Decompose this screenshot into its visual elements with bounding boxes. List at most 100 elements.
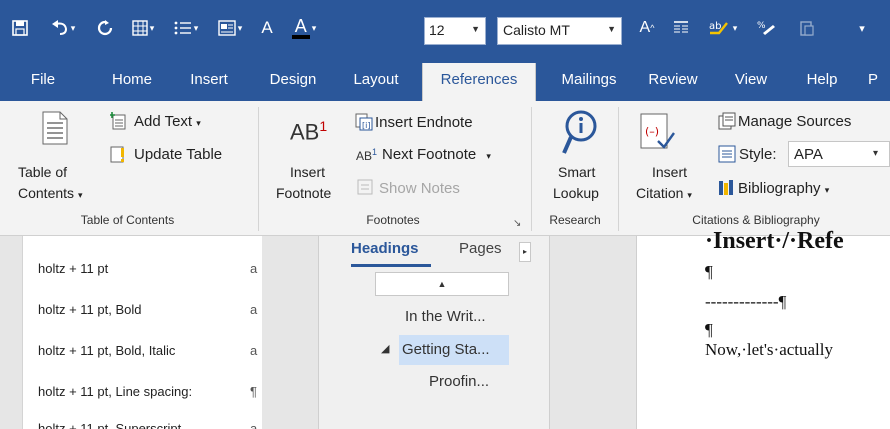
chevron-down-icon[interactable]: ▼: [471, 24, 480, 34]
tab-references[interactable]: References: [422, 63, 536, 101]
chevron-right-icon[interactable]: ▸: [519, 242, 531, 262]
add-text-button[interactable]: Add Text ▾: [134, 113, 201, 130]
font-name-value: Calisto MT: [503, 22, 570, 38]
tab-pages[interactable]: Pages: [459, 240, 502, 257]
tab-home[interactable]: Home: [100, 63, 164, 101]
update-table-icon[interactable]: [110, 145, 128, 166]
add-text-icon[interactable]: [110, 112, 128, 133]
manage-sources-button[interactable]: Manage Sources: [738, 113, 851, 130]
document-page[interactable]: ·Insert·/·Refe ¶ -------------¶ ¶ Now,·l…: [636, 228, 890, 429]
tab-help[interactable]: Help: [796, 63, 848, 101]
redo-icon[interactable]: [92, 14, 118, 42]
chevron-down-icon: ▾: [824, 185, 830, 195]
style-label: Style:: [739, 146, 777, 163]
save-icon[interactable]: [8, 14, 32, 42]
show-notes-icon[interactable]: [357, 179, 373, 198]
tab-mailings[interactable]: Mailings: [546, 63, 632, 101]
collapse-all-button[interactable]: ▲: [375, 272, 509, 296]
font-size-value: 12: [429, 22, 445, 38]
insert-citation-line2[interactable]: Citation ▾: [636, 185, 692, 201]
caret-up-icon: ^: [650, 23, 655, 33]
bibliography-label: Bibliography: [738, 180, 821, 197]
insert-footnote-icon-sup: 1: [319, 118, 328, 134]
font-button[interactable]: A: [258, 14, 276, 42]
customize-toolbar-icon[interactable]: ▾: [852, 14, 872, 42]
style-item-name: holtz + 11 pt, Bold, Italic: [38, 343, 176, 358]
style-item[interactable]: holtz + 11 pt, Superscript a: [38, 421, 258, 429]
grow-font-label: A: [639, 19, 651, 36]
table-icon[interactable]: ▾: [126, 14, 160, 42]
format-painter-icon[interactable]: %: [750, 14, 784, 42]
update-table-button[interactable]: Update Table: [134, 146, 222, 163]
next-footnote-icon[interactable]: AB1: [356, 147, 377, 163]
style-icon: [718, 145, 736, 166]
next-footnote-label: Next Footnote: [382, 146, 477, 163]
chevron-down-icon: ▾: [486, 151, 491, 161]
svg-text:(–): (–): [645, 125, 659, 138]
ribbon-references: Table of Contents ▾ Add Text ▾ Update Ta…: [0, 101, 890, 236]
svg-text:%: %: [757, 21, 766, 31]
insert-citation-button[interactable]: Insert: [652, 164, 687, 180]
collapse-triangle-icon[interactable]: ◢: [381, 342, 389, 355]
style-item[interactable]: holtz + 11 pt a: [38, 261, 258, 276]
tab-design[interactable]: Design: [255, 63, 331, 101]
collapse-up-icon: ▲: [437, 279, 447, 289]
strikethrough-spelling-icon[interactable]: ab ▾: [702, 14, 742, 42]
style-item[interactable]: holtz + 11 pt, Bold, Italic a: [38, 343, 258, 358]
smart-lookup-icon[interactable]: [562, 109, 598, 158]
style-select[interactable]: APA ▾: [788, 141, 890, 167]
tab-headings[interactable]: Headings: [351, 240, 419, 257]
style-item-mark: a: [250, 261, 258, 276]
bibliography-icon[interactable]: [718, 179, 736, 200]
font-color-button[interactable]: A ▾: [284, 14, 324, 42]
chevron-down-icon: ▾: [196, 118, 201, 128]
tab-insert[interactable]: Insert: [178, 63, 240, 101]
dialog-launcher-icon[interactable]: ↘: [513, 218, 521, 229]
insert-footnote-icon[interactable]: AB1: [290, 118, 327, 145]
insert-footnote-line2[interactable]: Footnote: [276, 185, 331, 201]
paste-icon[interactable]: [796, 14, 818, 42]
tab-overflow[interactable]: P: [868, 63, 888, 101]
insert-footnote-button[interactable]: Insert: [290, 164, 325, 180]
tab-view[interactable]: View: [724, 63, 778, 101]
tab-review[interactable]: Review: [640, 63, 706, 101]
bibliography-button[interactable]: Bibliography ▾: [738, 180, 829, 197]
table-of-contents-line2[interactable]: Contents ▾: [18, 185, 82, 201]
columns-icon[interactable]: [670, 14, 692, 42]
nav-heading-item[interactable]: In the Writ...: [405, 308, 486, 325]
chevron-down-icon[interactable]: ▼: [607, 24, 616, 34]
style-item[interactable]: holtz + 11 pt, Bold a: [38, 302, 258, 317]
font-name-input[interactable]: Calisto MT ▼: [497, 17, 622, 45]
bullets-icon[interactable]: ▾: [168, 14, 204, 42]
insert-citation-icon[interactable]: (–): [640, 113, 676, 156]
insert-endnote-icon[interactable]: [i]: [355, 113, 373, 134]
smart-lookup-button[interactable]: Smart: [558, 164, 595, 180]
group-divider: [531, 107, 532, 231]
chevron-down-icon: ▾: [77, 190, 83, 200]
font-color-label: A: [291, 17, 310, 39]
undo-icon[interactable]: ▾: [46, 14, 80, 42]
next-footnote-button[interactable]: Next Footnote ▾: [382, 146, 491, 163]
table-of-contents-icon[interactable]: [42, 111, 68, 148]
insert-endnote-button[interactable]: Insert Endnote: [375, 114, 473, 131]
style-item-name: holtz + 11 pt: [38, 261, 109, 276]
table-of-contents-button[interactable]: Table of: [18, 164, 67, 180]
show-notes-button[interactable]: Show Notes: [379, 180, 460, 197]
tab-layout[interactable]: Layout: [340, 63, 412, 101]
chevron-down-icon[interactable]: ▾: [873, 148, 878, 159]
nav-heading-item-selected[interactable]: Getting Sta...: [399, 335, 509, 365]
table-of-contents-label: Contents: [18, 185, 75, 201]
font-size-input[interactable]: 12 ▼: [424, 17, 486, 45]
tab-file[interactable]: File: [22, 63, 64, 101]
grow-font-button[interactable]: A ^: [636, 14, 658, 42]
text-box-icon[interactable]: ▾: [212, 14, 248, 42]
manage-sources-icon[interactable]: [718, 112, 736, 133]
style-select-value: APA: [794, 146, 823, 163]
style-item-mark: a: [250, 343, 258, 358]
nav-heading-item[interactable]: Proofin...: [429, 373, 489, 390]
style-item[interactable]: holtz + 11 pt, Line spacing: ¶: [38, 384, 258, 399]
add-text-label: Add Text: [134, 113, 193, 130]
pane-gap: [550, 236, 636, 429]
smart-lookup-line2[interactable]: Lookup: [553, 185, 599, 201]
svg-text:[i]: [i]: [362, 121, 370, 130]
